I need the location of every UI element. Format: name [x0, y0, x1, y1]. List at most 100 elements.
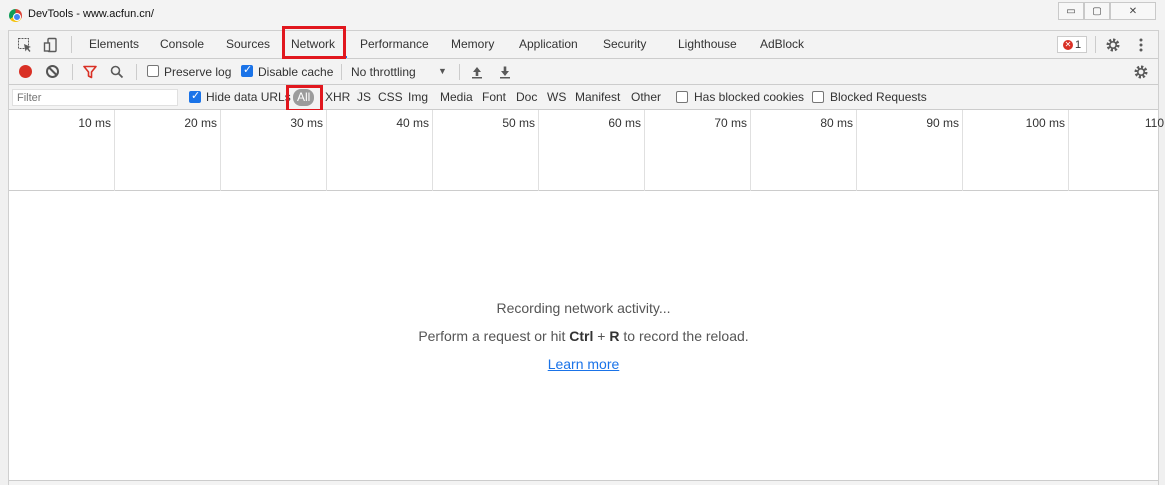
disable-cache-label: Disable cache — [258, 65, 334, 79]
hide-data-urls-label: Hide data URLs — [206, 90, 291, 104]
timeline-tick-label: 80 ms — [820, 116, 853, 130]
filter-type-ws[interactable]: WS — [545, 89, 568, 106]
clear-icon[interactable] — [46, 65, 59, 78]
minimize-icon: ▭ — [1066, 5, 1076, 17]
timeline-tick-label: 40 ms — [396, 116, 429, 130]
timeline-tick: 80 ms — [751, 110, 857, 191]
filter-type-js[interactable]: JS — [355, 89, 373, 106]
minimize-button[interactable]: ▭ — [1058, 2, 1084, 20]
disable-cache-checkbox[interactable] — [241, 63, 253, 77]
hide-data-urls-checkbox[interactable] — [189, 89, 201, 103]
close-icon: ✕ — [1128, 5, 1138, 17]
blocked-requests-label: Blocked Requests — [830, 90, 927, 104]
tab-console[interactable]: Console — [160, 31, 204, 58]
timeline-tick: 10 ms — [9, 110, 115, 191]
filter-input[interactable] — [12, 89, 178, 106]
timeline-tick-label: 10 ms — [78, 116, 111, 130]
has-blocked-cookies-checkbox[interactable] — [676, 91, 688, 103]
requests-empty-state: Recording network activity... Perform a … — [9, 192, 1158, 485]
toolbar-separator — [459, 64, 460, 80]
highlight-box-network — [282, 26, 346, 59]
timeline-tick: 100 ms — [963, 110, 1069, 191]
settings-gear-icon[interactable] — [1104, 36, 1122, 54]
highlight-box-all — [286, 85, 323, 112]
window-titlebar: DevTools - www.acfun.cn/ ▭ ▢ ✕ — [0, 0, 1165, 30]
timeline-tick-label: 70 ms — [714, 116, 747, 130]
window-title: DevTools - www.acfun.cn/ — [28, 8, 154, 20]
timeline-tick-label: 30 ms — [290, 116, 323, 130]
import-har-icon[interactable] — [468, 63, 486, 81]
record-button[interactable] — [19, 65, 32, 78]
learn-more-container: Learn more — [9, 356, 1158, 372]
timeline-tick: 50 ms — [433, 110, 539, 191]
timeline-tick-label: 90 ms — [926, 116, 959, 130]
filter-type-css[interactable]: CSS — [376, 89, 405, 106]
tab-elements[interactable]: Elements — [89, 31, 139, 58]
maximize-button[interactable]: ▢ — [1084, 2, 1110, 20]
tabbar-separator — [1095, 36, 1096, 53]
reload-hint-suffix: to record the reload. — [619, 328, 749, 344]
tab-application[interactable]: Application — [519, 31, 578, 58]
timeline-tick: 30 ms — [221, 110, 327, 191]
devtools-panel: Elements Console Sources Network Perform… — [8, 26, 1164, 485]
throttling-select[interactable]: No throttling — [351, 65, 416, 79]
devtools-tabbar: Elements Console Sources Network Perform… — [9, 26, 1158, 59]
recording-message: Recording network activity... — [496, 300, 671, 316]
tab-performance[interactable]: Performance — [360, 31, 429, 58]
shortcut-plus: + — [593, 328, 610, 344]
timeline-tick-label: 100 ms — [1025, 116, 1065, 130]
blocked-requests-checkbox[interactable] — [812, 91, 824, 103]
tab-lighthouse[interactable]: Lighthouse — [678, 31, 737, 58]
timeline-tick: 110 — [1069, 110, 1164, 191]
tab-sources[interactable]: Sources — [226, 31, 270, 58]
filter-type-media[interactable]: Media — [438, 89, 475, 106]
tab-memory[interactable]: Memory — [451, 31, 494, 58]
filter-type-doc[interactable]: Doc — [514, 89, 539, 106]
more-options-icon[interactable] — [1132, 36, 1150, 54]
toolbar-separator — [136, 64, 137, 80]
timeline-tick-label: 20 ms — [184, 116, 217, 130]
toolbar-separator — [341, 64, 342, 80]
toolbar-separator — [72, 64, 73, 80]
timeline-tick: 70 ms — [645, 110, 751, 191]
filter-type-other[interactable]: Other — [629, 89, 663, 106]
error-count-badge[interactable]: ✕ 1 — [1057, 36, 1087, 53]
search-icon[interactable] — [108, 63, 126, 81]
error-icon: ✕ — [1062, 39, 1073, 50]
timeline-tick-label: 110 — [1144, 116, 1164, 130]
filter-bar: Hide data URLs All XHR JS CSS Img Media … — [9, 85, 1158, 112]
filter-type-manifest[interactable]: Manifest — [573, 89, 622, 106]
reload-hint: Perform a request or hit Ctrl + R to rec… — [9, 328, 1158, 344]
device-toolbar-icon[interactable] — [42, 36, 60, 54]
error-count: 1 — [1074, 38, 1082, 51]
shortcut-r-key: R — [609, 328, 620, 344]
learn-more-link[interactable]: Learn more — [548, 356, 620, 372]
preserve-log-label: Preserve log — [164, 65, 232, 79]
filter-type-xhr[interactable]: XHR — [323, 89, 352, 106]
network-toolbar: Preserve log Disable cache No throttling… — [9, 59, 1158, 85]
close-window-button[interactable]: ✕ — [1110, 2, 1156, 20]
timeline-tick: 20 ms — [115, 110, 221, 191]
tab-adblock[interactable]: AdBlock — [760, 31, 804, 58]
reload-hint-prefix: Perform a request or hit — [418, 328, 570, 344]
timeline-tick: 40 ms — [327, 110, 433, 191]
filter-funnel-icon[interactable] — [81, 63, 99, 81]
chevron-down-icon[interactable]: ▼ — [438, 66, 447, 76]
shortcut-ctrl-key: Ctrl — [569, 328, 594, 344]
chrome-logo-icon — [9, 9, 22, 22]
timeline-tick-label: 60 ms — [608, 116, 641, 130]
filter-type-font[interactable]: Font — [480, 89, 508, 106]
timeline-tick: 90 ms — [857, 110, 963, 191]
preserve-log-checkbox[interactable] — [147, 65, 159, 77]
filter-type-img[interactable]: Img — [406, 89, 430, 106]
drawer-divider — [9, 480, 1158, 485]
timeline-tick-label: 50 ms — [502, 116, 535, 130]
network-settings-gear-icon[interactable] — [1132, 63, 1150, 81]
timeline-overview[interactable]: 10 ms 20 ms 30 ms 40 ms 50 ms 60 ms 70 m… — [9, 110, 1164, 191]
maximize-icon: ▢ — [1092, 5, 1102, 17]
has-blocked-cookies-label: Has blocked cookies — [694, 90, 805, 104]
tab-security[interactable]: Security — [603, 31, 646, 58]
export-har-icon[interactable] — [496, 63, 514, 81]
timeline-tick: 60 ms — [539, 110, 645, 191]
inspect-element-icon[interactable] — [16, 36, 34, 54]
